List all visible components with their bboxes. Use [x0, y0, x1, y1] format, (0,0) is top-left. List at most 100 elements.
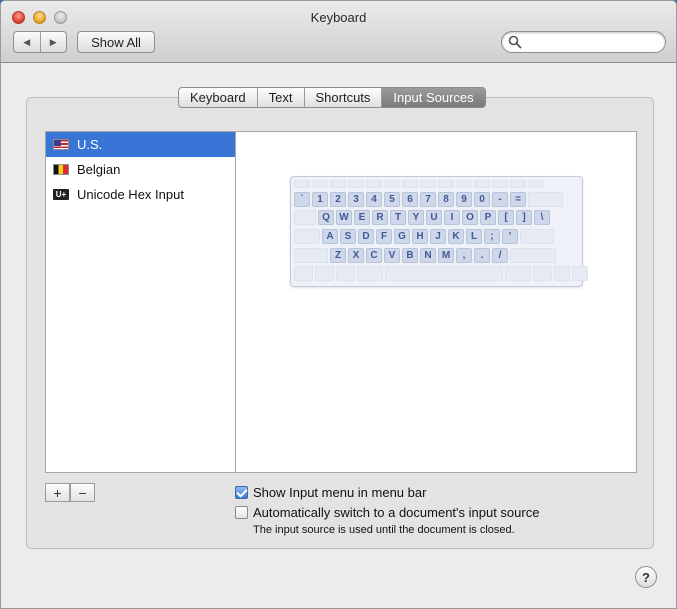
keyboard-key: K [448, 229, 464, 244]
remove-input-source-button[interactable]: − [70, 483, 95, 502]
keyboard-key: N [420, 248, 436, 263]
keyboard-key: [ [498, 210, 514, 225]
add-input-source-button[interactable]: + [45, 483, 70, 502]
keyboard-key-blank [554, 266, 570, 281]
keyboard-key: / [492, 248, 508, 263]
keyboard-key: 5 [384, 192, 400, 207]
keyboard-key: S [340, 229, 356, 244]
keyboard-key: C [366, 248, 382, 263]
keyboard-key: O [462, 210, 478, 225]
keyboard-key: 6 [402, 192, 418, 207]
keyboard-key: R [372, 210, 388, 225]
keyboard-key: U [426, 210, 442, 225]
keyboard-key-blank [294, 266, 313, 281]
keyboard-key-blank [402, 180, 418, 188]
keyboard-key: ; [484, 229, 500, 244]
keyboard-key: B [402, 248, 418, 263]
keyboard-key: 7 [420, 192, 436, 207]
tab-keyboard[interactable]: Keyboard [179, 88, 257, 107]
title-bar: Keyboard ◀ ▶ Show All [1, 1, 676, 63]
keyboard-key: D [358, 229, 374, 244]
keyboard-key: - [492, 192, 508, 207]
keyboard-key: G [394, 229, 410, 244]
auto-switch-label: Automatically switch to a document's inp… [253, 505, 540, 520]
keyboard-row-qwerty: Q W E R T Y U I O P[] \ [294, 210, 552, 225]
keyboard-key: W [336, 210, 352, 225]
keyboard-key: Q [318, 210, 334, 225]
keyboard-key-blank [572, 266, 588, 281]
auto-switch-note: The input source is used until the docum… [253, 524, 515, 536]
search-field[interactable] [501, 31, 666, 53]
keyboard-key-blank [336, 266, 355, 281]
keyboard-key-blank [420, 180, 436, 188]
keyboard-key: M [438, 248, 454, 263]
show-input-menu-checkbox[interactable]: Show Input menu in menu bar [235, 485, 426, 500]
checkbox-unchecked-icon[interactable] [235, 506, 248, 519]
belgian-flag-icon [53, 164, 69, 175]
preference-tabs: Keyboard Text Shortcuts Input Sources [178, 87, 486, 108]
keyboard-key: Z [330, 248, 346, 263]
keyboard-key: E [354, 210, 370, 225]
keyboard-key-blank [456, 180, 472, 188]
keyboard-key: ' [502, 229, 518, 244]
keyboard-key-blank [510, 180, 526, 188]
keyboard-key: F [376, 229, 392, 244]
keyboard-key-blank [294, 180, 310, 188]
keyboard-key-blank [294, 248, 328, 263]
keyboard-key-blank [528, 180, 544, 188]
show-input-menu-label: Show Input menu in menu bar [253, 485, 427, 500]
keyboard-key-blank [294, 229, 320, 244]
forward-arrow-icon: ▶ [49, 36, 57, 47]
list-item-belgian[interactable]: Belgian [46, 157, 235, 182]
keyboard-key-blank [528, 192, 563, 207]
input-sources-list[interactable]: U.S. Belgian U+ Unicode Hex Input [45, 131, 236, 473]
auto-switch-checkbox[interactable]: Automatically switch to a document's inp… [235, 505, 539, 520]
keyboard-key: 1 [312, 192, 328, 207]
keyboard-row-bottom: Z X C V B N M,. / [294, 248, 558, 263]
keyboard-key: V [384, 248, 400, 263]
tab-text[interactable]: Text [256, 88, 304, 107]
keyboard-key: 8 [438, 192, 454, 207]
show-all-button[interactable]: Show All [77, 31, 155, 53]
unicode-hex-icon: U+ [53, 189, 69, 200]
list-item-us[interactable]: U.S. [46, 132, 235, 157]
keyboard-key-blank [505, 266, 531, 281]
keyboard-key: 9 [456, 192, 472, 207]
back-forward-control: ◀ ▶ [13, 31, 67, 53]
keyboard-key-blank [520, 229, 554, 244]
back-arrow-icon: ◀ [23, 36, 31, 47]
list-item-label: Unicode Hex Input [77, 187, 184, 202]
keyboard-key: P [480, 210, 496, 225]
tab-input-sources[interactable]: Input Sources [381, 88, 485, 107]
help-button[interactable]: ? [635, 566, 657, 588]
keyboard-key: 0 [474, 192, 490, 207]
us-flag-icon [53, 139, 69, 150]
tab-shortcuts[interactable]: Shortcuts [303, 88, 382, 107]
keyboard-key: H [412, 229, 428, 244]
keyboard-key: T [390, 210, 406, 225]
keyboard-row-numbers: ` 1 2 3 4 5 6 7 8 9 0- = [294, 192, 565, 207]
back-button[interactable]: ◀ [14, 32, 40, 52]
checkbox-checked-icon[interactable] [235, 486, 248, 499]
keyboard-key: = [510, 192, 526, 207]
keyboard-layout-preview: ` 1 2 3 4 5 6 7 8 9 0- = Q W E R T Y U I O P[] \ A S D F G H J K L; ' … [290, 176, 588, 287]
keyboard-key-blank [294, 210, 316, 225]
keyboard-key-blank [330, 180, 346, 188]
keyboard-preferences-window: Keyboard ◀ ▶ Show All Keyboard Text Shor… [0, 0, 677, 609]
keyboard-key: I [444, 210, 460, 225]
keyboard-key-blank [385, 266, 503, 281]
keyboard-key-blank [492, 180, 508, 188]
search-input[interactable] [524, 34, 660, 50]
window-title: Keyboard [310, 10, 367, 25]
keyboard-key: 3 [348, 192, 364, 207]
keyboard-key: , [456, 248, 472, 263]
keyboard-key: 4 [366, 192, 382, 207]
keyboard-key-blank [348, 180, 364, 188]
keyboard-key-blank [315, 266, 334, 281]
keyboard-key-blank [438, 180, 454, 188]
list-item-unicode-hex-input[interactable]: U+ Unicode Hex Input [46, 182, 235, 207]
keyboard-row-space [294, 266, 590, 281]
keyboard-key: L [466, 229, 482, 244]
keyboard-key: 2 [330, 192, 346, 207]
forward-button[interactable]: ▶ [39, 32, 67, 52]
